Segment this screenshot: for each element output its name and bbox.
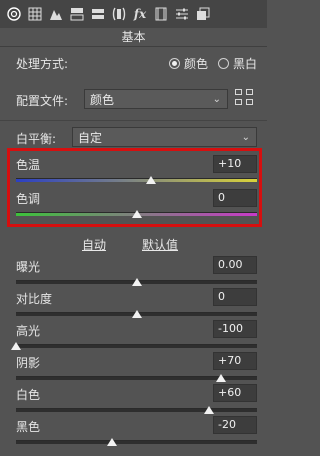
white-balance-dropdown[interactable]: 自定 ⌄	[72, 127, 257, 147]
divider	[0, 120, 267, 121]
radio-bw[interactable]	[217, 57, 229, 69]
highlights-value[interactable]: -100	[213, 320, 257, 338]
whites-value[interactable]: +60	[213, 384, 257, 402]
treatment-row: 处理方式: 颜色 黑白	[16, 54, 257, 72]
temperature-label: 色温	[16, 158, 41, 172]
radio-color[interactable]	[168, 57, 180, 69]
profile-dropdown[interactable]: 颜色 ⌄	[84, 89, 228, 109]
radio-color-label[interactable]: 颜色	[184, 55, 208, 72]
contrast-value[interactable]: 0	[213, 288, 257, 306]
blacks-value[interactable]: -20	[213, 416, 257, 434]
temperature-track[interactable]	[16, 178, 257, 182]
radio-bw-label[interactable]: 黑白	[233, 55, 257, 72]
grid-icon[interactable]	[27, 6, 43, 22]
chevron-down-icon: ⌄	[241, 131, 250, 143]
treatment-options: 颜色 黑白	[168, 55, 257, 72]
columns-icon[interactable]	[90, 6, 106, 22]
title-divider	[0, 46, 267, 47]
blacks-slider-thumb[interactable]	[107, 438, 118, 446]
temperature-value[interactable]: +10	[213, 155, 257, 173]
mountains-icon[interactable]	[48, 6, 64, 22]
highlights-slider-thumb[interactable]	[11, 342, 21, 350]
white-balance-label: 白平衡:	[16, 132, 57, 146]
shadows-slider-thumb[interactable]	[215, 374, 226, 382]
exposure-value[interactable]: 0.00	[213, 256, 257, 274]
film-icon[interactable]	[153, 6, 169, 22]
whites-slider-thumb[interactable]	[203, 406, 214, 414]
presets-icon[interactable]	[195, 6, 211, 22]
aperture-icon[interactable]	[6, 6, 22, 22]
profile-label: 配置文件:	[16, 94, 69, 108]
whites-label: 白色	[16, 388, 41, 402]
tint-slider-thumb[interactable]	[131, 210, 142, 218]
fx-icon[interactable]: fx	[132, 6, 148, 22]
lens-icon[interactable]	[111, 6, 127, 22]
whites-track[interactable]	[16, 408, 257, 412]
blacks-label: 黑色	[16, 420, 41, 434]
default-button[interactable]: 默认值	[142, 236, 178, 253]
chevron-down-icon: ⌄	[212, 93, 221, 105]
panel-toolbar: fx	[0, 0, 267, 28]
highlights-track[interactable]	[16, 344, 257, 348]
profile-value: 颜色	[90, 92, 115, 107]
white-balance-value: 自定	[78, 130, 103, 145]
exposure-slider-thumb[interactable]	[131, 278, 142, 286]
profile-browser-icon[interactable]	[235, 89, 255, 107]
tint-value[interactable]: 0	[213, 189, 257, 207]
shadows-value[interactable]: +70	[213, 352, 257, 370]
sliders-icon[interactable]	[174, 6, 190, 22]
blacks-track[interactable]	[16, 440, 257, 444]
contrast-slider-thumb[interactable]	[131, 310, 142, 318]
temperature-slider-thumb[interactable]	[145, 176, 156, 184]
contrast-label: 对比度	[16, 292, 53, 306]
section-title: 基本	[0, 28, 267, 46]
exposure-label: 曝光	[16, 260, 41, 274]
split-panel-icon[interactable]	[69, 6, 85, 22]
treatment-label: 处理方式:	[16, 56, 69, 71]
highlights-label: 高光	[16, 324, 41, 338]
tint-label: 色调	[16, 192, 41, 206]
shadows-label: 阴影	[16, 356, 41, 370]
auto-button[interactable]: 自动	[82, 236, 106, 253]
